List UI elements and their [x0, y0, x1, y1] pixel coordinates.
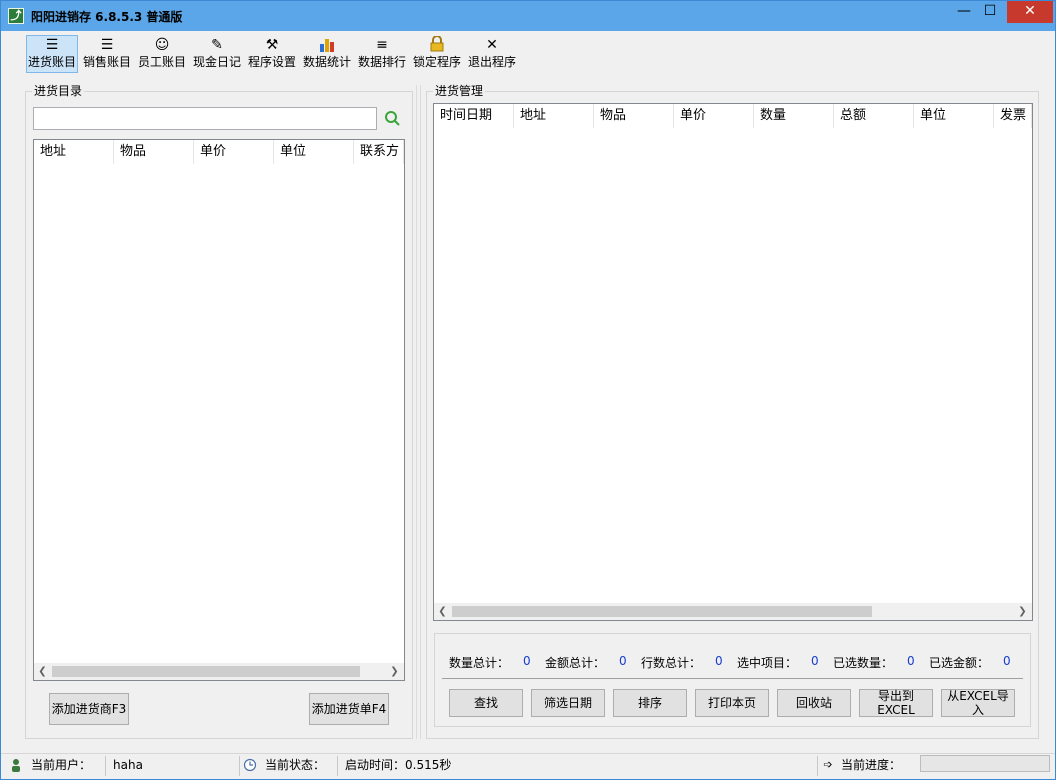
note-edit-icon: ✎	[211, 37, 223, 53]
app-logo-icon: ⤴	[8, 8, 24, 24]
tools-icon: ⚒	[265, 37, 279, 53]
column-header[interactable]: 单价	[674, 104, 754, 128]
catalog-list[interactable]: 地址 物品 单价 单位 联系方 ❮ ❯	[33, 139, 405, 681]
toolbar-label: 销售账目	[82, 55, 131, 69]
current-progress-label: 当前进度：	[841, 758, 902, 772]
toolbar-purchase-ledger[interactable]: ☰ 进货账目	[26, 35, 78, 73]
clock-icon	[243, 758, 257, 772]
qty-total-label: 数量总计：	[449, 656, 510, 670]
toolbar-statistics[interactable]: 数据统计	[301, 35, 353, 73]
column-header[interactable]: 发票	[994, 104, 1032, 128]
toolbar-settings[interactable]: ⚒ 程序设置	[246, 35, 298, 73]
row-total-label: 行数总计：	[641, 656, 702, 670]
column-header[interactable]: 单价	[194, 140, 274, 164]
amount-total-label: 金额总计：	[545, 656, 606, 670]
search-input[interactable]	[33, 107, 377, 130]
toolbar-staff-ledger[interactable]: ☺ 员工账目	[136, 35, 188, 73]
group-title: 进货管理	[433, 84, 486, 98]
list-icon: ☰	[45, 37, 59, 53]
horizontal-scrollbar[interactable]: ❮ ❯	[434, 603, 1032, 620]
toolbar-lock[interactable]: 锁定程序	[411, 35, 463, 73]
selected-amount-label: 已选金额：	[929, 656, 990, 670]
selected-amount-value: 0	[1003, 654, 1011, 668]
divider	[105, 756, 106, 776]
toolbar-label: 进货账目	[27, 55, 76, 69]
toolbar-label: 程序设置	[247, 55, 296, 69]
column-header[interactable]: 联系方	[354, 140, 404, 164]
scroll-thumb[interactable]	[452, 606, 872, 617]
scroll-right-icon[interactable]: ❯	[1014, 603, 1031, 620]
divider	[337, 756, 338, 776]
scroll-right-icon[interactable]: ❯	[386, 663, 403, 680]
column-header[interactable]: 时间日期	[434, 104, 514, 128]
current-status-value: 启动时间：0.515秒	[345, 758, 452, 772]
panel-splitter[interactable]	[416, 85, 421, 739]
scroll-thumb[interactable]	[52, 666, 360, 677]
toolbar-label: 退出程序	[467, 55, 516, 69]
current-user-value: haha	[113, 758, 143, 772]
recycle-bin-button[interactable]: 回收站	[777, 689, 851, 717]
scroll-left-icon[interactable]: ❮	[34, 663, 51, 680]
toolbar-ranking[interactable]: ≡ 数据排行	[356, 35, 408, 73]
toolbar-label: 现金日记	[192, 55, 241, 69]
toolbar-label: 数据统计	[302, 55, 351, 69]
toolbar-label: 锁定程序	[412, 55, 461, 69]
toolbar-label: 数据排行	[357, 55, 406, 69]
column-header[interactable]: 地址	[34, 140, 114, 164]
close-button[interactable]: ✕	[1007, 1, 1053, 23]
selected-qty-value: 0	[907, 654, 915, 668]
column-header[interactable]: 物品	[594, 104, 674, 128]
column-header[interactable]: 单位	[914, 104, 994, 128]
close-icon: ✕	[486, 37, 498, 53]
divider	[817, 756, 818, 776]
search-icon[interactable]	[383, 109, 401, 127]
selected-qty-label: 已选数量：	[833, 656, 894, 670]
find-button[interactable]: 查找	[449, 689, 523, 717]
column-header[interactable]: 单位	[274, 140, 354, 164]
column-header[interactable]: 物品	[114, 140, 194, 164]
maximize-button[interactable]: ☐	[977, 1, 1003, 23]
scroll-left-icon[interactable]: ❮	[434, 603, 451, 620]
print-page-button[interactable]: 打印本页	[695, 689, 769, 717]
toolbar-label: 员工账目	[137, 55, 186, 69]
selected-items-value: 0	[811, 654, 819, 668]
sort-button[interactable]: 排序	[613, 689, 687, 717]
lock-icon	[412, 35, 462, 54]
add-supplier-button[interactable]: 添加进货商F3	[49, 693, 129, 725]
people-icon: ☺	[154, 37, 170, 53]
divider	[239, 756, 240, 776]
purchase-table[interactable]: 时间日期 地址 物品 单价 数量 总额 单位 发票 ❮ ❯	[433, 103, 1033, 621]
progress-bar	[920, 755, 1050, 772]
horizontal-scrollbar[interactable]: ❮ ❯	[34, 663, 404, 680]
amount-total-value: 0	[619, 654, 627, 668]
export-excel-button[interactable]: 导出到EXCEL	[859, 689, 933, 717]
status-bar: 当前用户： haha 当前状态： 启动时间：0.515秒 ➩ 当前进度：	[1, 753, 1055, 779]
current-user-label: 当前用户：	[31, 758, 92, 772]
title-bar[interactable]: ⤴ 阳阳进销存 6.8.5.3 普通版 — ☐ ✕	[1, 1, 1055, 31]
toolbar-sales-ledger[interactable]: ☰ 销售账目	[81, 35, 133, 73]
group-title: 进货目录	[32, 84, 85, 98]
ranked-list-icon: ≡	[376, 37, 388, 53]
selected-items-label: 选中项目：	[737, 656, 798, 670]
row-total-value: 0	[715, 654, 723, 668]
column-header[interactable]: 总额	[834, 104, 914, 128]
window-title: 阳阳进销存 6.8.5.3 普通版	[31, 10, 183, 24]
add-order-button[interactable]: 添加进货单F4	[309, 693, 389, 725]
toolbar-exit[interactable]: ✕ 退出程序	[466, 35, 518, 73]
toolbar: ☰ 进货账目 ☰ 销售账目 ☺ 员工账目 ✎ 现金日记 ⚒ 程序设置 数据统计 …	[1, 31, 1055, 77]
import-excel-button[interactable]: 从EXCEL导入	[941, 689, 1015, 717]
bar-chart-icon	[302, 36, 352, 54]
column-header[interactable]: 地址	[514, 104, 594, 128]
arrow-right-icon: ➩	[823, 758, 833, 771]
current-status-label: 当前状态：	[265, 758, 326, 772]
minimize-button[interactable]: —	[951, 1, 977, 23]
main-window: ⤴ 阳阳进销存 6.8.5.3 普通版 — ☐ ✕ ☰ 进货账目 ☰ 销售账目 …	[0, 0, 1056, 780]
filter-date-button[interactable]: 筛选日期	[531, 689, 605, 717]
divider	[442, 678, 1023, 679]
user-icon	[9, 758, 23, 772]
toolbar-cash-journal[interactable]: ✎ 现金日记	[191, 35, 243, 73]
column-header[interactable]: 数量	[754, 104, 834, 128]
list-icon: ☰	[100, 37, 114, 53]
qty-total-value: 0	[523, 654, 531, 668]
